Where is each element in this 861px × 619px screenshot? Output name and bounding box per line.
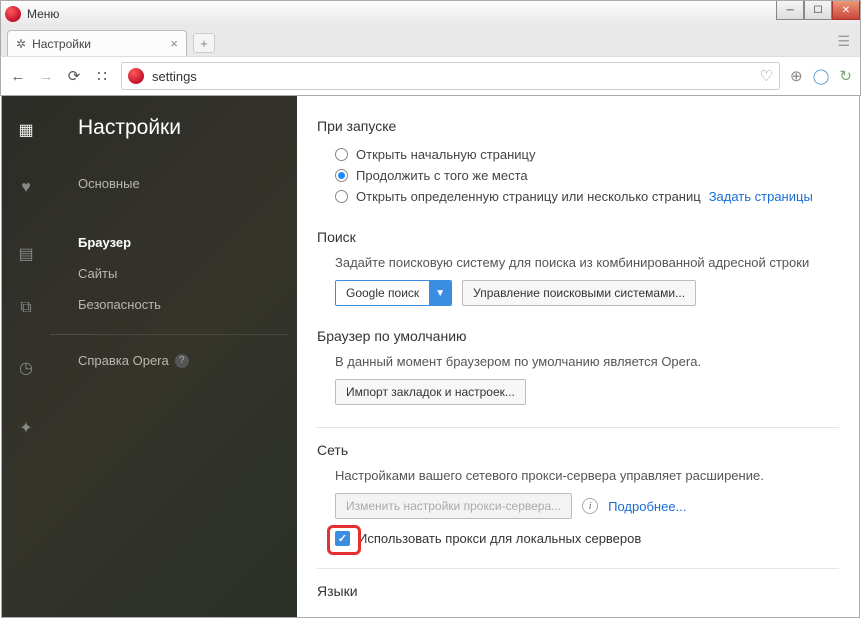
default-browser-description: В данный момент браузером по умолчанию я… <box>317 354 839 369</box>
section-startup: При запуске Открыть начальную страницу П… <box>317 118 839 207</box>
window-maximize-button[interactable]: ☐ <box>804 1 832 20</box>
section-network: Сеть Настройками вашего сетевого прокси-… <box>317 442 839 546</box>
sidebar-icon-news[interactable]: ▤ <box>2 234 50 274</box>
address-bar[interactable]: ♡ <box>121 62 780 90</box>
manage-search-engines-button[interactable]: Управление поисковыми системами... <box>462 280 696 306</box>
sidebar-icon-heart[interactable]: ♥ <box>2 168 50 208</box>
window-minimize-button[interactable]: ─ <box>776 1 804 20</box>
network-more-link[interactable]: Подробнее... <box>608 499 686 514</box>
download-icon[interactable]: ◯ <box>813 67 830 85</box>
section-title-network: Сеть <box>317 442 839 458</box>
opera-logo-icon <box>5 6 21 22</box>
checkbox-checked-icon: ✓ <box>335 531 350 546</box>
section-divider <box>317 568 839 569</box>
settings-sidebar: ▦ ♥ ▤ ⧉ ◷ ✦ Настройки Основные Браузер С… <box>2 96 297 617</box>
opera-favicon-icon <box>128 68 144 84</box>
speed-dial-button[interactable]: ∷ <box>93 67 111 85</box>
info-icon[interactable]: i <box>582 498 598 514</box>
tab-close-icon[interactable]: × <box>170 36 178 51</box>
globe-icon[interactable]: ⊕ <box>790 67 803 85</box>
startup-option-homepage-label: Открыть начальную страницу <box>356 147 536 162</box>
import-bookmarks-button[interactable]: Импорт закладок и настроек... <box>335 379 526 405</box>
section-languages: Языки <box>317 583 839 599</box>
sidebar-icon-grid[interactable]: ▦ <box>2 110 50 150</box>
section-divider <box>317 427 839 428</box>
section-title-startup: При запуске <box>317 118 839 134</box>
sidebar-icon-history[interactable]: ◷ <box>2 348 50 388</box>
startup-option-continue-label: Продолжить с того же места <box>356 168 528 183</box>
address-input[interactable] <box>152 69 752 84</box>
section-default-browser: Браузер по умолчанию В данный момент бра… <box>317 328 839 405</box>
forward-button[interactable]: → <box>37 68 55 85</box>
radio-checked-icon <box>335 169 348 182</box>
search-engine-value: Google поиск <box>336 281 429 305</box>
tab-strip: ✲ Настройки × + ☰ <box>0 26 861 56</box>
use-proxy-local-label: Использовать прокси для локальных сервер… <box>358 531 641 546</box>
main-area: ▦ ♥ ▤ ⧉ ◷ ✦ Настройки Основные Браузер С… <box>1 96 860 618</box>
sidebar-title: Настройки <box>78 116 287 140</box>
use-proxy-local-row[interactable]: ✓ Использовать прокси для локальных серв… <box>317 531 839 546</box>
window-titlebar: Меню ─ ☐ ✕ <box>0 0 861 26</box>
sidebar-help-label: Справка Opera <box>78 353 169 368</box>
gear-icon: ✲ <box>16 37 26 51</box>
section-search: Поиск Задайте поисковую систему для поис… <box>317 229 839 306</box>
change-proxy-button: Изменить настройки прокси-сервера... <box>335 493 572 519</box>
tab-title: Настройки <box>32 37 91 51</box>
sidebar-help-link[interactable]: Справка Opera ? <box>78 345 287 376</box>
startup-option-specific-label: Открыть определенную страницу или нескол… <box>356 189 701 204</box>
bookmark-heart-icon[interactable]: ♡ <box>760 67 773 85</box>
sidebar-item-security[interactable]: Безопасность <box>78 289 287 320</box>
help-icon: ? <box>175 354 189 368</box>
extensions-icon[interactable]: ↻ <box>839 67 852 85</box>
radio-icon <box>335 148 348 161</box>
new-tab-button[interactable]: + <box>193 33 215 53</box>
sidebar-item-basic[interactable]: Основные <box>78 168 287 199</box>
panel-toggle-icon[interactable]: ☰ <box>837 33 850 50</box>
menu-label[interactable]: Меню <box>27 7 59 21</box>
sidebar-icon-extensions[interactable]: ✦ <box>2 408 50 448</box>
settings-content: При запуске Открыть начальную страницу П… <box>297 96 859 617</box>
network-description: Настройками вашего сетевого прокси-серве… <box>317 468 839 483</box>
radio-icon <box>335 190 348 203</box>
startup-option-homepage[interactable]: Открыть начальную страницу <box>317 144 839 165</box>
chevron-down-icon: ▼ <box>429 281 451 305</box>
set-pages-link[interactable]: Задать страницы <box>709 189 813 204</box>
tab-settings[interactable]: ✲ Настройки × <box>7 30 187 56</box>
startup-option-continue[interactable]: Продолжить с того же места <box>317 165 839 186</box>
sidebar-item-sites[interactable]: Сайты <box>78 258 287 289</box>
reload-button[interactable]: ⟳ <box>65 67 83 85</box>
toolbar: ← → ⟳ ∷ ♡ ⊕ ◯ ↻ <box>0 56 861 96</box>
window-close-button[interactable]: ✕ <box>832 1 860 20</box>
section-title-default-browser: Браузер по умолчанию <box>317 328 839 344</box>
back-button[interactable]: ← <box>9 68 27 85</box>
section-title-languages: Языки <box>317 583 839 599</box>
section-title-search: Поиск <box>317 229 839 245</box>
search-engine-select[interactable]: Google поиск ▼ <box>335 280 452 306</box>
sidebar-icon-devices[interactable]: ⧉ <box>2 288 50 328</box>
search-description: Задайте поисковую систему для поиска из … <box>317 255 839 270</box>
sidebar-item-browser[interactable]: Браузер <box>78 227 287 258</box>
startup-option-specific[interactable]: Открыть определенную страницу или нескол… <box>317 186 839 207</box>
